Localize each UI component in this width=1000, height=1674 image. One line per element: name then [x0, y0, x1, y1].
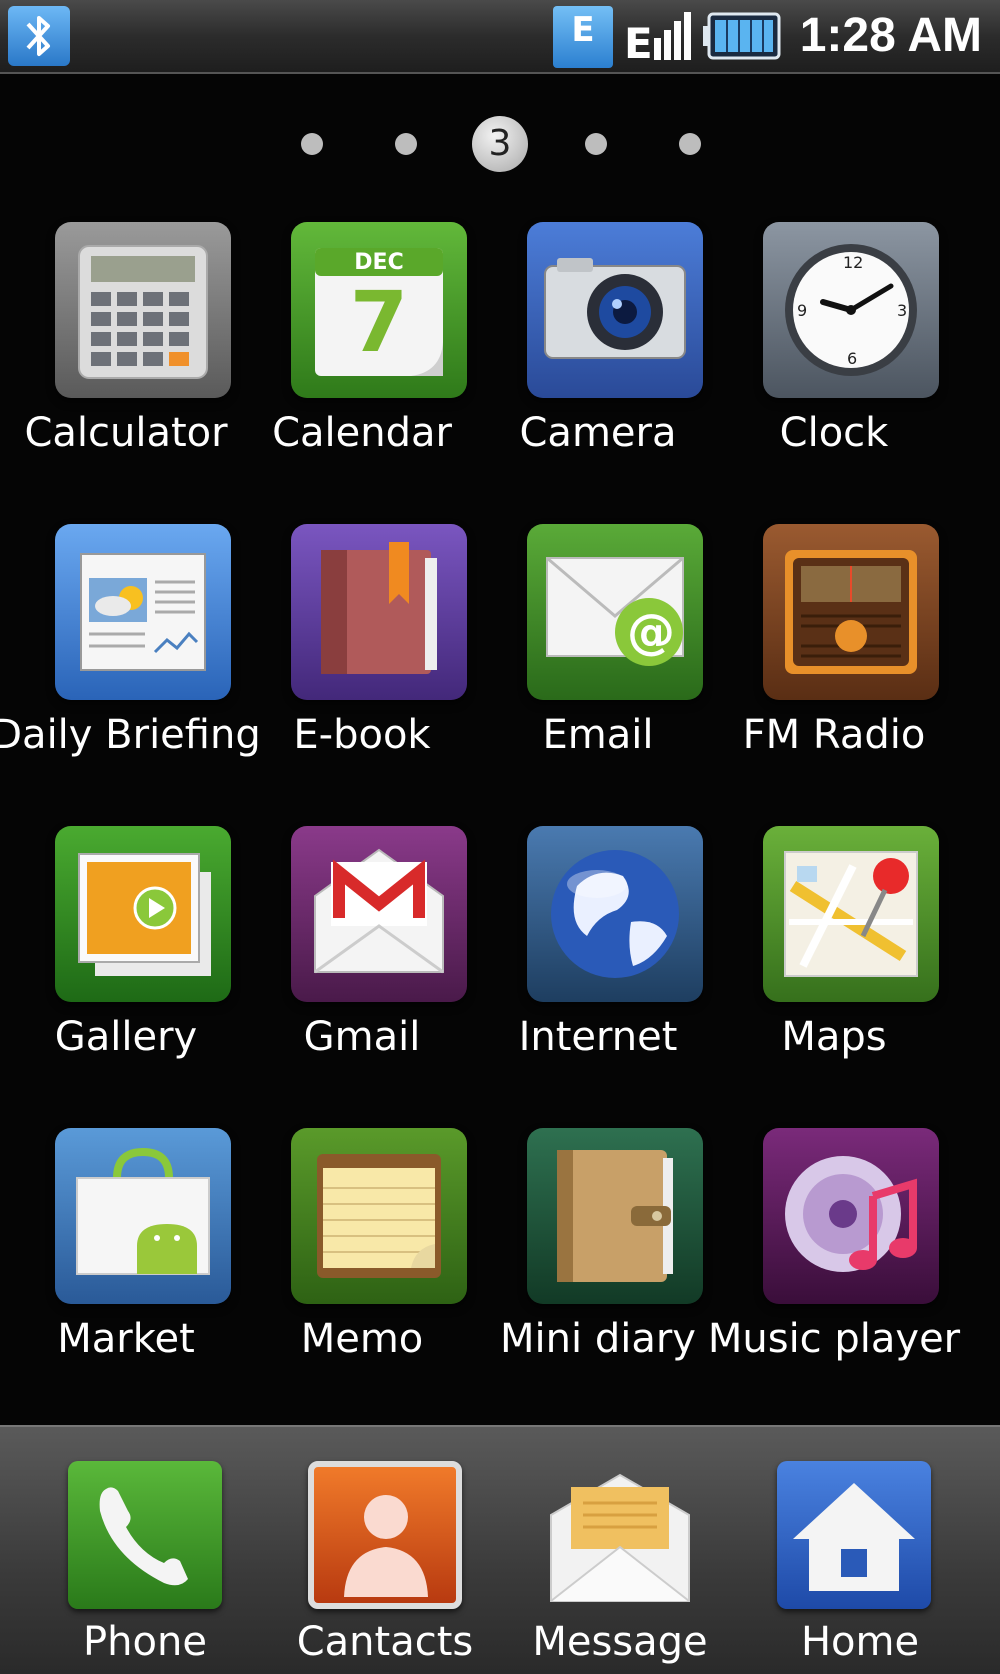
app-daily-briefing[interactable]: Daily Briefing [0, 524, 261, 814]
memo-icon [291, 1128, 467, 1304]
svg-text:3: 3 [897, 301, 907, 320]
app-label: Music player [707, 1316, 961, 1362]
market-icon [55, 1128, 231, 1304]
dock-contacts[interactable]: Cantacts [260, 1427, 510, 1667]
app-gmail[interactable]: Gmail [244, 826, 480, 1116]
app-ebook[interactable]: E-book [244, 524, 480, 814]
daily-briefing-icon [55, 524, 231, 700]
calculator-icon [55, 222, 231, 398]
dock-label: Cantacts [296, 1619, 474, 1665]
app-label: Clock [779, 410, 889, 456]
edge-data-icon: E [553, 6, 613, 68]
page-dot-2[interactable] [395, 133, 417, 155]
clock-icon: 12 3 6 9 [763, 222, 939, 398]
calendar-day: 7 [349, 273, 409, 371]
page-dot-5[interactable] [679, 133, 701, 155]
dock: Phone Cantacts Message Home [0, 1425, 1000, 1674]
app-maps[interactable]: Maps [716, 826, 952, 1116]
contacts-icon [308, 1461, 462, 1609]
app-gallery[interactable]: Gallery [8, 826, 244, 1116]
camera-icon [527, 222, 703, 398]
home-icon [777, 1461, 931, 1609]
page-indicator[interactable]: 3 [0, 112, 1000, 176]
message-icon [543, 1461, 697, 1609]
app-internet[interactable]: Internet [480, 826, 716, 1116]
app-camera[interactable]: Camera [480, 222, 716, 512]
app-clock[interactable]: 12 3 6 9 Clock [716, 222, 952, 512]
dock-label: Message [532, 1619, 708, 1665]
maps-icon [763, 826, 939, 1002]
email-icon: @ [527, 524, 703, 700]
gallery-icon [55, 826, 231, 1002]
status-bar: E E 1:28 AM [0, 0, 1000, 74]
globe-icon [527, 826, 703, 1002]
app-label: Memo [300, 1316, 424, 1362]
app-music-player[interactable]: Music player [708, 1128, 960, 1418]
page-dot-4[interactable] [585, 133, 607, 155]
svg-text:6: 6 [847, 349, 857, 368]
app-memo[interactable]: Memo [244, 1128, 480, 1418]
svg-text:E: E [624, 19, 653, 62]
app-label: E-book [293, 712, 431, 758]
diary-icon [527, 1128, 703, 1304]
app-calendar[interactable]: DEC 7 Calendar [244, 222, 480, 512]
dock-label: Phone [83, 1619, 207, 1665]
svg-text:9: 9 [797, 301, 807, 320]
page-dot-current[interactable]: 3 [472, 116, 528, 172]
music-icon [763, 1128, 939, 1304]
dock-phone[interactable]: Phone [20, 1427, 270, 1667]
app-label: Camera [519, 410, 677, 456]
signal-icon: E [624, 10, 696, 68]
dock-message[interactable]: Message [495, 1427, 745, 1667]
app-mini-diary[interactable]: Mini diary [480, 1128, 716, 1418]
app-calculator[interactable]: Calculator [8, 222, 244, 512]
radio-icon [763, 524, 939, 700]
status-time: 1:28 AM [799, 9, 982, 62]
app-fm-radio[interactable]: FM Radio [716, 524, 952, 814]
app-label: FM Radio [742, 712, 926, 758]
calendar-month: DEC [354, 250, 404, 275]
app-label: Mini diary [500, 1316, 696, 1362]
battery-icon [703, 12, 783, 64]
calendar-icon: DEC 7 [291, 222, 467, 398]
network-type: E [571, 10, 595, 50]
app-label: Calendar [272, 410, 452, 456]
page-dot-1[interactable] [301, 133, 323, 155]
app-email[interactable]: @ Email [480, 524, 716, 814]
gmail-icon [291, 826, 467, 1002]
app-label: Email [542, 712, 654, 758]
svg-text:@: @ [627, 604, 675, 660]
bluetooth-icon [8, 6, 70, 66]
app-label: Maps [781, 1014, 887, 1060]
svg-text:12: 12 [843, 253, 863, 272]
dock-label: Home [800, 1619, 920, 1665]
app-label: Internet [518, 1014, 678, 1060]
app-label: Gmail [303, 1014, 421, 1060]
phone-icon [68, 1461, 222, 1609]
ebook-icon [291, 524, 467, 700]
dock-home[interactable]: Home [735, 1427, 985, 1667]
app-market[interactable]: Market [8, 1128, 244, 1418]
